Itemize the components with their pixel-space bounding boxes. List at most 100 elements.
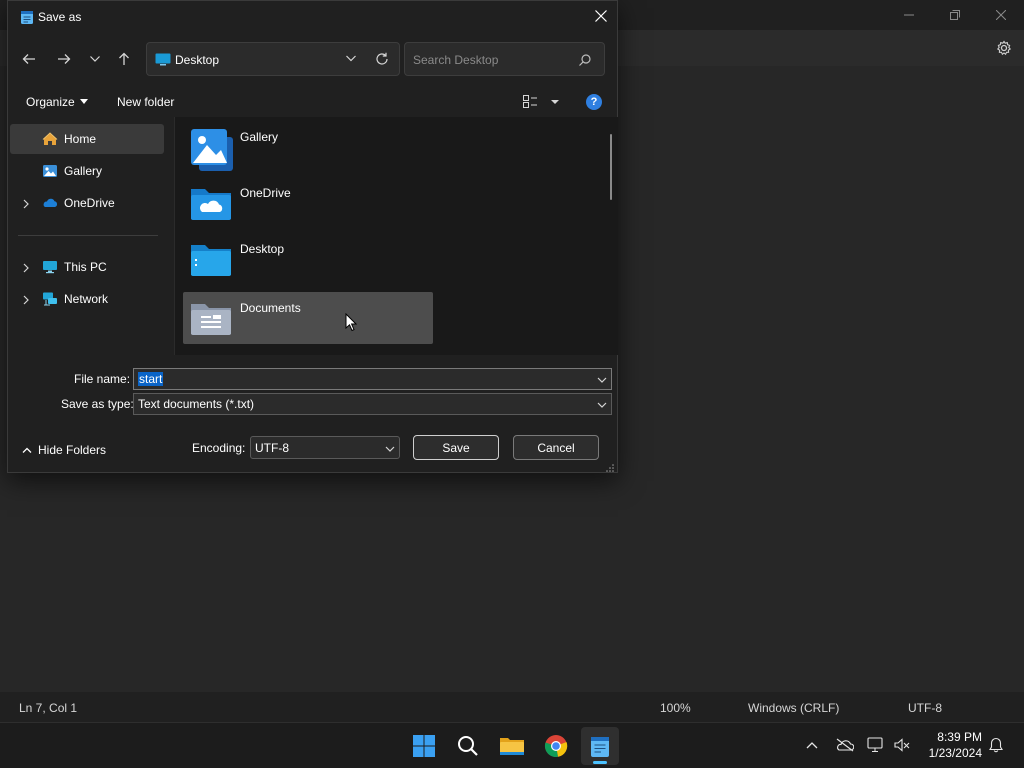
nav-label-onedrive: OneDrive bbox=[64, 196, 115, 210]
file-name-value: start bbox=[138, 372, 164, 386]
chevron-up-icon[interactable] bbox=[802, 735, 822, 755]
cursor-position: Ln 7, Col 1 bbox=[19, 701, 78, 715]
chevron-right-icon[interactable] bbox=[22, 262, 30, 273]
file-name-label: File name: bbox=[74, 372, 131, 386]
clock[interactable]: 8:39 PM 1/23/2024 bbox=[929, 729, 982, 761]
search-field[interactable]: Search Desktop bbox=[404, 42, 605, 76]
mouse-cursor-icon bbox=[345, 312, 358, 332]
nav-label-home: Home bbox=[64, 132, 97, 146]
new-folder-button[interactable]: New folder bbox=[117, 95, 174, 109]
taskbar: 8:39 PM 1/23/2024 bbox=[0, 722, 1024, 768]
up-arrow-icon[interactable] bbox=[113, 49, 135, 69]
onedrive-offline-icon[interactable] bbox=[835, 735, 855, 755]
file-item-onedrive[interactable]: OneDrive bbox=[183, 177, 433, 229]
nav-label-network: Network bbox=[64, 292, 109, 306]
line-endings[interactable]: Windows (CRLF) bbox=[748, 701, 839, 715]
back-arrow-icon[interactable] bbox=[18, 49, 40, 69]
file-label-onedrive: OneDrive bbox=[240, 186, 291, 200]
save-type-row: Save as type: Text documents (*.txt) bbox=[8, 393, 617, 415]
encoding-select[interactable]: UTF-8 bbox=[250, 436, 400, 459]
file-item-desktop[interactable]: Desktop bbox=[183, 233, 433, 285]
active-app-indicator bbox=[593, 761, 607, 764]
chevron-right-icon[interactable] bbox=[22, 294, 30, 305]
file-item-documents[interactable]: Documents bbox=[183, 292, 433, 344]
nav-item-this-pc[interactable]: This PC bbox=[10, 252, 164, 282]
clock-time: 8:39 PM bbox=[937, 730, 982, 744]
start-icon[interactable] bbox=[405, 727, 443, 765]
documents-folder-icon bbox=[189, 298, 233, 338]
desktop-icon bbox=[155, 53, 171, 66]
encoding-value: UTF-8 bbox=[255, 441, 289, 455]
organize-button[interactable]: Organize bbox=[26, 95, 88, 109]
restore-icon[interactable] bbox=[932, 0, 978, 30]
hide-folders-label: Hide Folders bbox=[38, 443, 107, 457]
nav-label-this-pc: This PC bbox=[64, 260, 107, 274]
save-type-label: Save as type: bbox=[61, 397, 134, 411]
save-button[interactable]: Save bbox=[413, 435, 499, 460]
cancel-button[interactable]: Cancel bbox=[513, 435, 599, 460]
address-text: Desktop bbox=[175, 53, 220, 67]
status-encoding[interactable]: UTF-8 bbox=[908, 701, 942, 715]
chevron-up-icon bbox=[22, 443, 32, 453]
home-icon bbox=[42, 131, 58, 147]
chevron-down-icon[interactable] bbox=[597, 374, 607, 384]
file-label-desktop: Desktop bbox=[240, 242, 285, 256]
network-icon bbox=[42, 291, 58, 307]
search-icon[interactable] bbox=[449, 727, 487, 765]
organize-label: Organize bbox=[26, 95, 75, 109]
notepad-statusbar: Ln 7, Col 1 100% Windows (CRLF) UTF-8 bbox=[0, 692, 1024, 722]
volume-muted-icon[interactable] bbox=[892, 735, 912, 755]
forward-arrow-icon[interactable] bbox=[53, 49, 75, 69]
refresh-icon[interactable] bbox=[375, 52, 389, 66]
save-as-dialog: Save as Desktop Search Desktop Organize … bbox=[7, 0, 618, 473]
hide-folders-button[interactable]: Hide Folders bbox=[22, 443, 106, 457]
nav-item-home[interactable]: Home bbox=[10, 124, 164, 154]
nav-label-gallery: Gallery bbox=[64, 164, 103, 178]
search-placeholder: Search Desktop bbox=[413, 53, 499, 67]
chevron-down-icon[interactable] bbox=[345, 52, 359, 66]
dialog-titlebar: Save as bbox=[8, 1, 617, 33]
gallery-icon bbox=[42, 163, 58, 179]
close-icon[interactable] bbox=[585, 1, 617, 31]
pc-icon bbox=[42, 259, 58, 275]
file-item-gallery[interactable]: Gallery bbox=[183, 121, 433, 173]
nav-divider bbox=[18, 235, 158, 236]
close-icon[interactable] bbox=[978, 0, 1024, 30]
notepad-icon[interactable] bbox=[581, 727, 619, 765]
encoding-label: Encoding: bbox=[192, 441, 246, 455]
nav-item-network[interactable]: Network bbox=[10, 284, 164, 314]
minimize-icon[interactable] bbox=[886, 0, 932, 30]
gear-icon[interactable] bbox=[996, 40, 1012, 56]
notifications-bell-icon[interactable] bbox=[986, 735, 1006, 755]
search-icon bbox=[578, 53, 592, 67]
file-name-row: File name: start bbox=[8, 368, 617, 390]
desktop-folder-icon bbox=[189, 239, 233, 279]
gallery-folder-icon bbox=[189, 127, 233, 171]
address-bar[interactable]: Desktop bbox=[146, 42, 400, 76]
file-name-input[interactable]: start bbox=[133, 368, 612, 390]
display-icon[interactable] bbox=[866, 735, 886, 755]
clock-date: 1/23/2024 bbox=[928, 746, 982, 760]
navigation-bar: Desktop Search Desktop bbox=[8, 41, 617, 77]
recent-locations-chevron-icon[interactable] bbox=[84, 49, 106, 69]
nav-item-gallery[interactable]: Gallery bbox=[10, 156, 164, 186]
dialog-title: Save as bbox=[38, 10, 82, 24]
command-bar: Organize New folder ? bbox=[8, 87, 617, 117]
resize-grip-icon[interactable] bbox=[606, 461, 614, 472]
save-type-select[interactable]: Text documents (*.txt) bbox=[133, 393, 612, 415]
chevron-down-icon bbox=[385, 443, 395, 453]
chevron-right-icon[interactable] bbox=[22, 198, 30, 209]
chevron-down-icon bbox=[79, 99, 88, 104]
scrollbar[interactable] bbox=[610, 134, 612, 200]
zoom-level[interactable]: 100% bbox=[660, 701, 691, 715]
chrome-icon[interactable] bbox=[537, 727, 575, 765]
notepad-icon bbox=[20, 9, 34, 25]
onedrive-folder-icon bbox=[189, 183, 233, 223]
nav-item-onedrive[interactable]: OneDrive bbox=[10, 188, 164, 218]
help-icon[interactable]: ? bbox=[586, 94, 602, 110]
chevron-down-icon[interactable] bbox=[597, 399, 607, 409]
file-label-documents: Documents bbox=[240, 301, 301, 315]
file-explorer-icon[interactable] bbox=[493, 727, 531, 765]
file-label-gallery: Gallery bbox=[240, 130, 279, 144]
view-options-button[interactable] bbox=[522, 93, 562, 111]
